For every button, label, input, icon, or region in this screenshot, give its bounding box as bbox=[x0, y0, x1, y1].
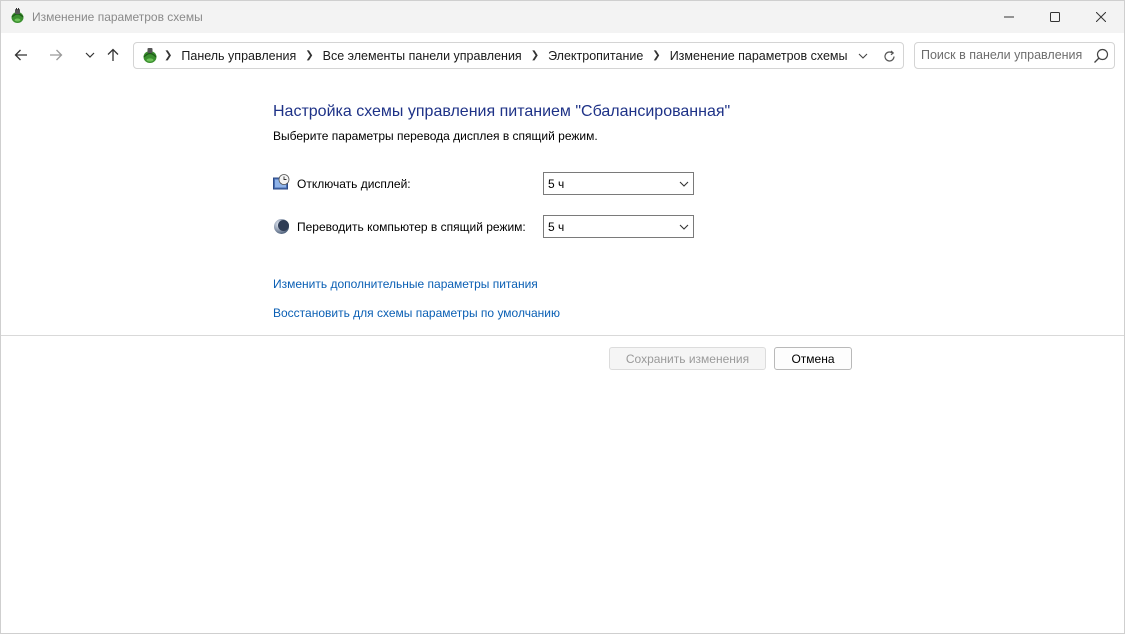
window-title: Изменение параметров схемы bbox=[32, 10, 203, 24]
breadcrumb-control-panel[interactable]: Панель управления bbox=[181, 49, 296, 63]
refresh-button[interactable] bbox=[880, 47, 898, 65]
search-box[interactable] bbox=[914, 42, 1115, 69]
chevron-right-icon[interactable]: ❯ bbox=[305, 50, 313, 61]
restore-defaults-link[interactable]: Восстановить для схемы параметры по умол… bbox=[273, 306, 560, 320]
sleep-value: 5 ч bbox=[548, 220, 565, 234]
chevron-down-icon bbox=[679, 224, 689, 230]
close-button[interactable] bbox=[1078, 1, 1124, 33]
page-title: Настройка схемы управления питанием "Сба… bbox=[273, 103, 731, 120]
title-bar[interactable]: Изменение параметров схемы bbox=[1, 1, 1124, 33]
recent-locations-button[interactable] bbox=[78, 43, 102, 67]
chevron-down-icon bbox=[858, 53, 868, 59]
sleep-select[interactable]: 5 ч bbox=[543, 215, 694, 238]
forward-button[interactable] bbox=[44, 43, 68, 67]
back-button[interactable] bbox=[9, 43, 33, 67]
chevron-right-icon[interactable]: ❯ bbox=[652, 50, 660, 61]
chevron-down-icon bbox=[679, 181, 689, 187]
maximize-button[interactable] bbox=[1032, 1, 1078, 33]
navigation-bar: ❯ Панель управления ❯ Все элементы панел… bbox=[1, 33, 1124, 77]
search-icon[interactable] bbox=[1093, 48, 1109, 64]
display-off-label: Отключать дисплей: bbox=[297, 177, 411, 191]
arrow-left-icon bbox=[14, 49, 27, 61]
address-bar[interactable]: ❯ Панель управления ❯ Все элементы панел… bbox=[133, 42, 904, 69]
display-off-value: 5 ч bbox=[548, 177, 565, 191]
breadcrumb-all-items[interactable]: Все элементы панели управления bbox=[323, 49, 522, 63]
chevron-right-icon[interactable]: ❯ bbox=[531, 50, 539, 61]
monitor-clock-icon bbox=[273, 174, 290, 191]
arrow-right-icon bbox=[50, 49, 63, 61]
breadcrumb-edit-plan[interactable]: Изменение параметров схемы bbox=[670, 49, 848, 63]
moon-icon bbox=[273, 218, 290, 235]
minimize-button[interactable] bbox=[986, 1, 1032, 33]
up-button[interactable] bbox=[101, 43, 125, 67]
power-options-icon bbox=[9, 8, 26, 25]
page-subtitle: Выберите параметры перевода дисплея в сп… bbox=[273, 129, 598, 143]
search-input[interactable] bbox=[921, 46, 1087, 64]
sleep-label: Переводить компьютер в спящий режим: bbox=[297, 220, 526, 234]
advanced-settings-link[interactable]: Изменить дополнительные параметры питани… bbox=[273, 277, 538, 291]
chevron-down-icon bbox=[85, 52, 95, 58]
refresh-icon bbox=[883, 50, 895, 62]
cancel-button[interactable]: Отмена bbox=[774, 347, 852, 370]
save-button[interactable]: Сохранить изменения bbox=[609, 347, 766, 370]
arrow-up-icon bbox=[107, 48, 119, 61]
control-panel-icon bbox=[141, 47, 159, 65]
breadcrumb-power-options[interactable]: Электропитание bbox=[548, 49, 643, 63]
address-history-button[interactable] bbox=[854, 47, 872, 65]
display-off-select[interactable]: 5 ч bbox=[543, 172, 694, 195]
divider bbox=[1, 335, 1124, 336]
chevron-right-icon[interactable]: ❯ bbox=[164, 50, 172, 61]
breadcrumb: ❯ Панель управления ❯ Все элементы панел… bbox=[164, 43, 848, 68]
window: Изменение параметров схемы ❯ Панель упра… bbox=[0, 0, 1125, 634]
